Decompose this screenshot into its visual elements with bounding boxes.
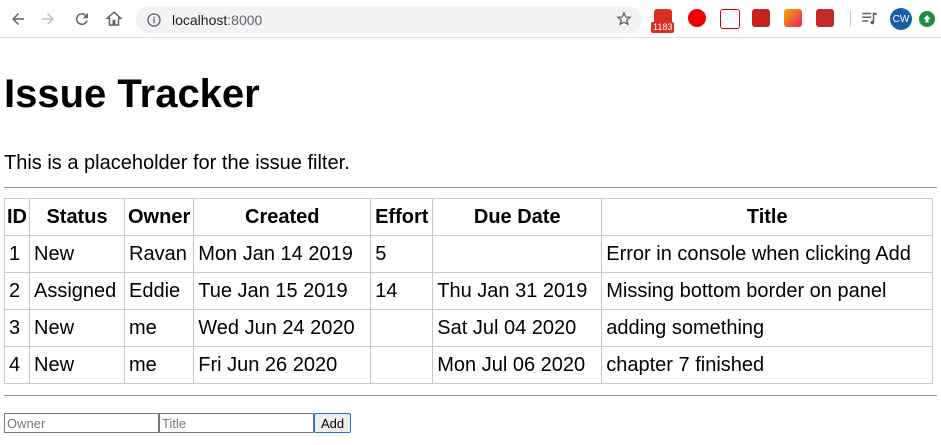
reload-icon — [75, 13, 88, 26]
browser-toolbar: localhost:8000 1183 CW — [0, 0, 941, 38]
divider-bottom — [4, 395, 937, 396]
playlist-icon — [862, 12, 877, 25]
star-icon[interactable] — [616, 11, 632, 27]
column-header-owner: Owner — [123, 198, 195, 236]
update-button[interactable] — [919, 11, 935, 27]
media-control-button[interactable] — [860, 9, 878, 27]
reload-button[interactable] — [72, 9, 92, 29]
arrow-up-icon — [923, 15, 931, 23]
cell-id: 1 — [4, 235, 30, 273]
cell-title: Error in console when clicking Add — [601, 235, 934, 273]
table-header-row: ID Status Owner Created Effort Due Date … — [4, 198, 934, 236]
owner-input[interactable] — [4, 413, 159, 433]
column-header-effort: Effort — [370, 198, 434, 236]
cell-status: Assigned — [29, 272, 125, 310]
cell-owner: me — [123, 346, 195, 384]
cell-effort — [370, 309, 434, 347]
cell-status: New — [29, 235, 125, 273]
table-row: 2 Assigned Eddie Tue Jan 15 2019 14 Thu … — [4, 272, 934, 310]
cell-id: 2 — [4, 272, 30, 310]
cell-due-date: Mon Jul 06 2020 — [432, 346, 603, 384]
table-row: 4 New me Fri Jun 26 2020 Mon Jul 06 2020… — [4, 346, 934, 384]
divider-top — [4, 187, 937, 188]
cell-owner: Eddie — [123, 272, 195, 310]
column-header-title: Title — [601, 198, 934, 236]
cell-owner: me — [123, 309, 195, 347]
forward-button[interactable] — [38, 9, 58, 29]
title-input[interactable] — [159, 413, 314, 433]
cell-effort: 14 — [370, 272, 434, 310]
cell-due-date: Sat Jul 04 2020 — [432, 309, 603, 347]
cell-effort — [370, 346, 434, 384]
column-header-status: Status — [29, 198, 125, 236]
cell-created: Tue Jan 15 2019 — [193, 272, 372, 310]
issue-table: ID Status Owner Created Effort Due Date … — [4, 198, 934, 384]
add-button[interactable]: Add — [314, 413, 352, 433]
w-extension-icon[interactable] — [784, 9, 802, 27]
cell-title: adding something — [601, 309, 934, 347]
adblock-extension-icon[interactable] — [688, 9, 706, 27]
pdf-extension-icon[interactable] — [720, 9, 740, 29]
url-port: :8000 — [227, 11, 263, 28]
cell-created: Fri Jun 26 2020 — [193, 346, 372, 384]
cell-id: 3 — [4, 309, 30, 347]
cell-status: New — [29, 346, 125, 384]
toolbar-separator — [850, 11, 851, 27]
cell-id: 4 — [4, 346, 30, 384]
table-row: 3 New me Wed Jun 24 2020 Sat Jul 04 2020… — [4, 309, 934, 347]
cell-effort: 5 — [370, 235, 434, 273]
issue-filter-placeholder: This is a placeholder for the issue filt… — [4, 152, 350, 174]
back-button[interactable] — [8, 9, 28, 29]
arrow-right-icon — [42, 13, 54, 25]
bookmark-extension-icon[interactable] — [752, 9, 770, 27]
cell-due-date: Thu Jan 31 2019 — [432, 272, 603, 310]
column-header-due-date: Due Date — [432, 198, 603, 236]
home-button[interactable] — [104, 9, 124, 29]
page-title: Issue Tracker — [4, 72, 260, 116]
cell-status: New — [29, 309, 125, 347]
profile-avatar[interactable]: CW — [890, 8, 912, 30]
column-header-created: Created — [193, 198, 372, 236]
cell-title: chapter 7 finished — [601, 346, 934, 384]
info-icon — [147, 12, 161, 27]
puzzle-extension-icon[interactable] — [816, 9, 834, 27]
cell-created: Wed Jun 24 2020 — [193, 309, 372, 347]
column-header-id: ID — [4, 198, 30, 236]
home-icon — [105, 11, 123, 26]
cell-owner: Ravan — [123, 235, 195, 273]
address-bar[interactable]: localhost:8000 — [136, 6, 642, 33]
arrow-left-icon — [12, 13, 24, 25]
cell-due-date — [432, 235, 603, 273]
mail-badge: 1183 — [651, 22, 675, 33]
cell-title: Missing bottom border on panel — [601, 272, 934, 310]
url-text: localhost:8000 — [172, 12, 262, 28]
cell-created: Mon Jan 14 2019 — [193, 235, 372, 273]
url-host: localhost — [172, 11, 228, 28]
issue-add-form: Add — [4, 413, 352, 433]
table-row: 1 New Ravan Mon Jan 14 2019 5 Error in c… — [4, 235, 934, 273]
